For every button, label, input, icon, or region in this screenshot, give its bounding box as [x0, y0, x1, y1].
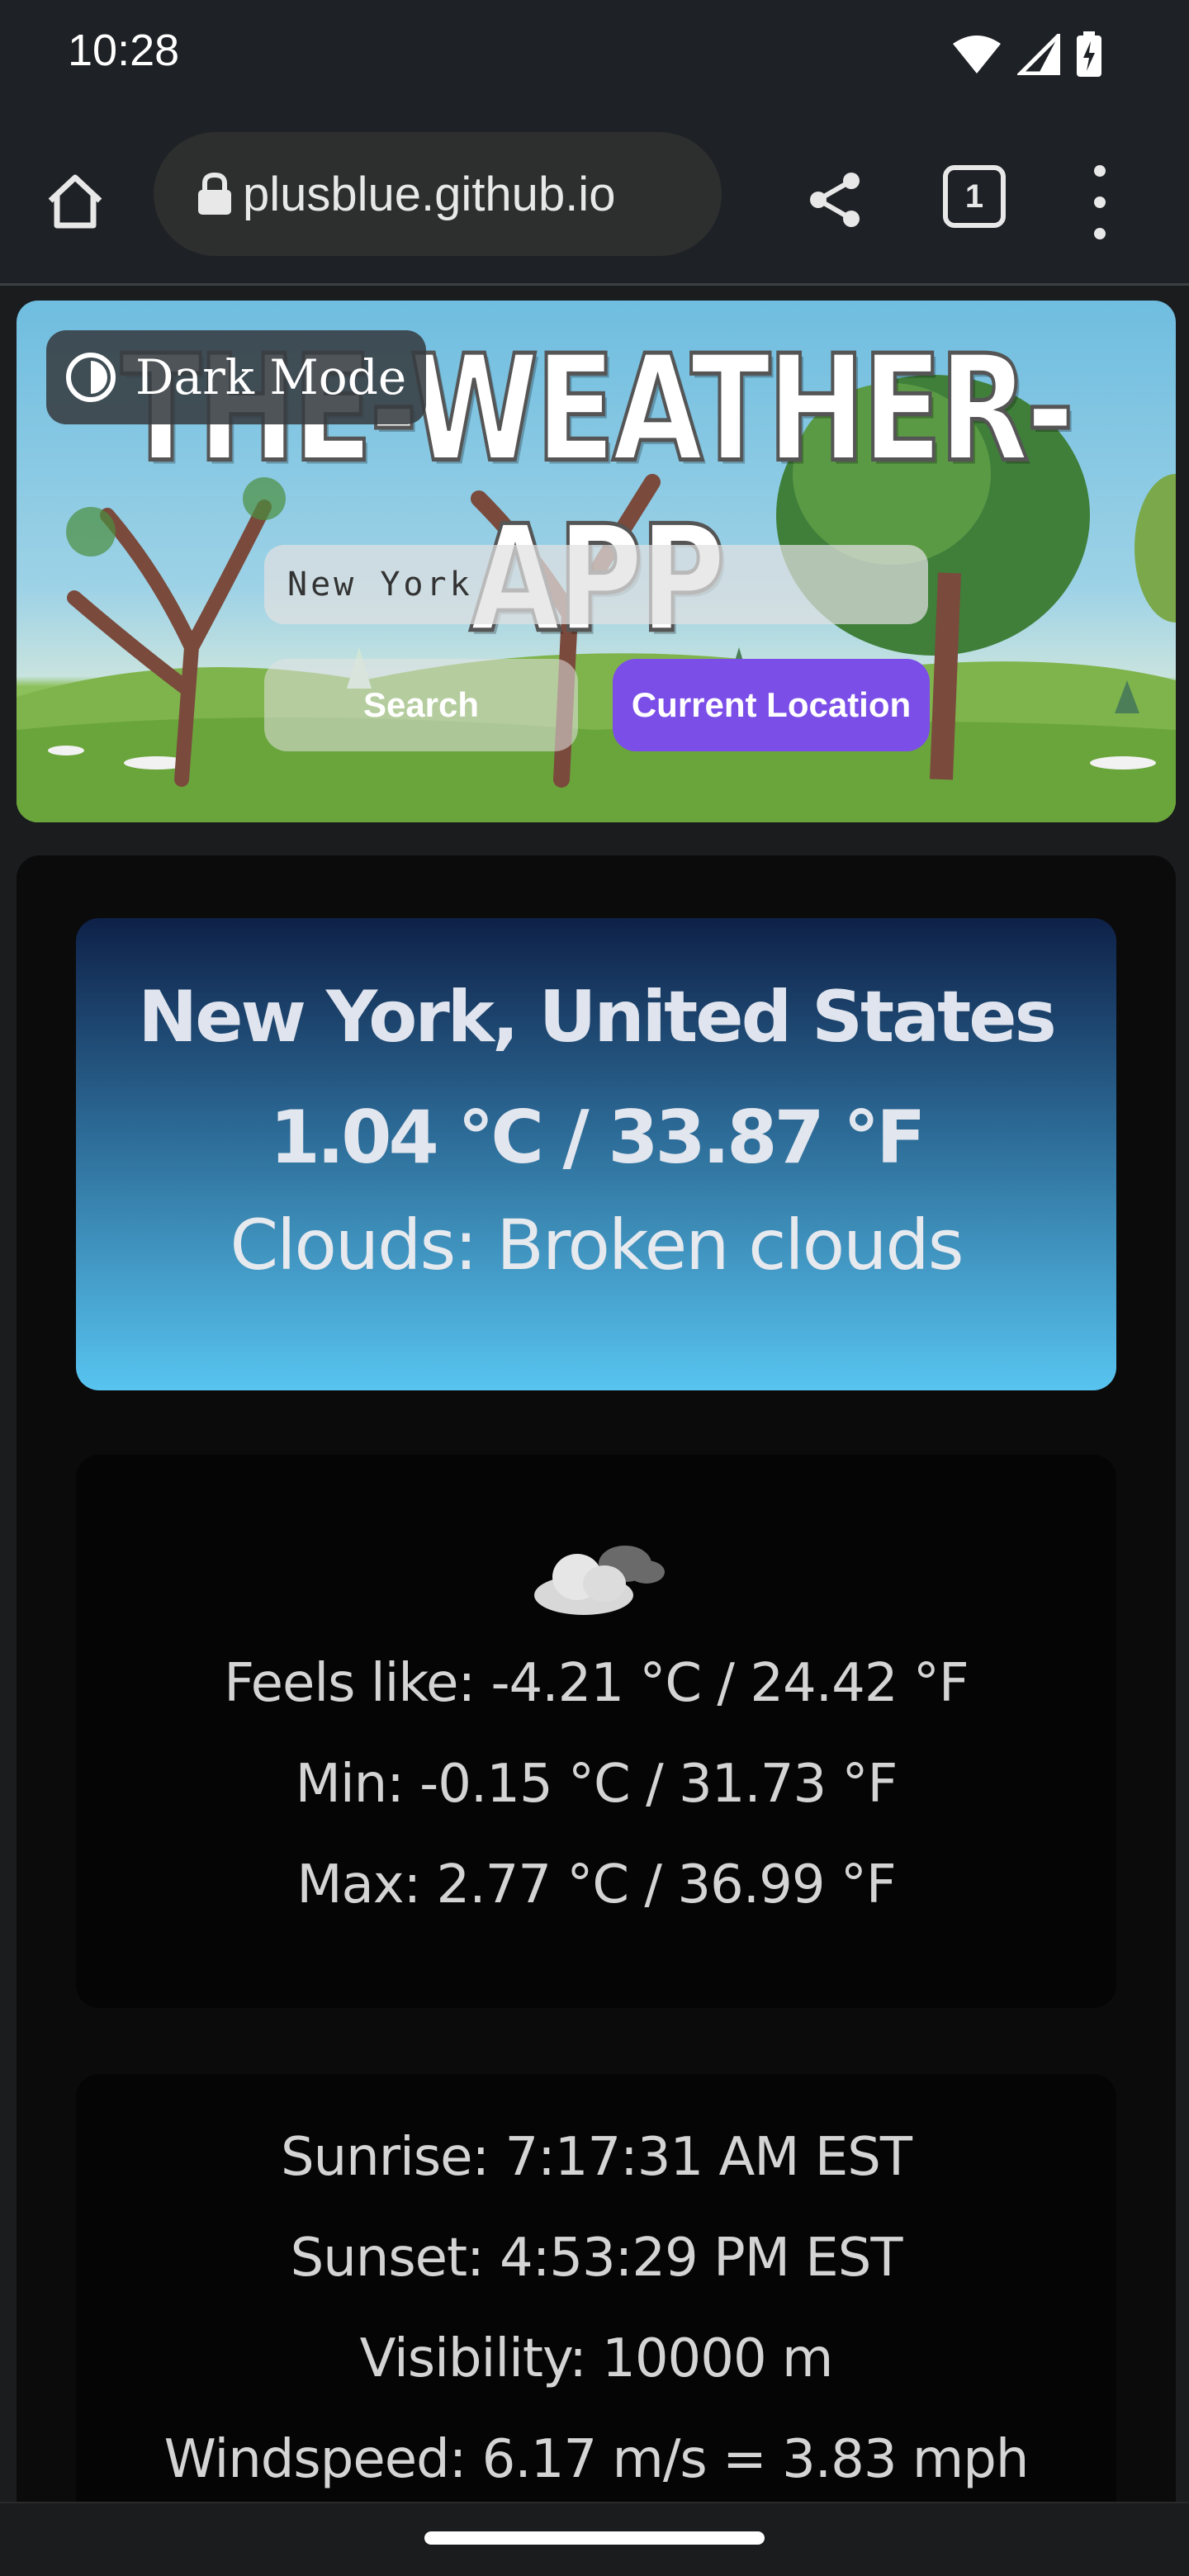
tab-switcher-button[interactable]: 1	[943, 165, 1006, 228]
search-button[interactable]: Search	[264, 659, 578, 751]
status-time: 10:28	[68, 26, 180, 75]
current-temperature: 1.04 °C / 33.87 °F	[269, 1095, 926, 1180]
min-temperature-text: Min: -0.15 °C / 31.73 °F	[295, 1754, 898, 1815]
weather-description: Clouds: Broken clouds	[230, 1205, 964, 1286]
wifi-icon	[953, 36, 1001, 73]
status-bar: 10:28	[0, 0, 1189, 107]
sunrise-text: Sunrise: 7:17:31 AM EST	[280, 2127, 912, 2188]
lock-icon	[198, 172, 231, 215]
menu-dot-icon	[1094, 197, 1106, 208]
temperature-details-card: Feels like: -4.21 °C / 24.42 °F Min: -0.…	[76, 1455, 1116, 2008]
contrast-icon	[66, 353, 116, 402]
share-icon	[810, 173, 860, 227]
menu-dot-icon	[1094, 228, 1106, 239]
home-gesture-handle[interactable]	[424, 2531, 765, 2545]
url-text: plusblue.github.io	[243, 167, 616, 221]
status-icons	[951, 31, 1103, 78]
city-name: New York, United States	[138, 976, 1057, 1058]
current-location-button[interactable]: Current Location	[613, 659, 930, 751]
browser-toolbar: plusblue.github.io 1	[0, 107, 1189, 286]
dark-mode-toggle[interactable]: Dark Mode	[46, 330, 426, 424]
hero-banner: THE-WEATHER-APP Dark Mode Search Current…	[17, 301, 1176, 822]
sun-wind-card: Sunrise: 7:17:31 AM EST Sunset: 4:53:29 …	[76, 2074, 1116, 2569]
feels-like-text: Feels like: -4.21 °C / 24.42 °F	[224, 1653, 969, 1714]
overflow-menu-button[interactable]	[1083, 165, 1116, 239]
windspeed-text: Windspeed: 6.17 m/s = 3.83 mph	[163, 2429, 1030, 2490]
home-icon	[48, 174, 102, 229]
home-button[interactable]	[41, 167, 109, 234]
sunset-text: Sunset: 4:53:29 PM EST	[290, 2228, 903, 2289]
gesture-nav-bar	[0, 2502, 1189, 2576]
menu-dot-icon	[1094, 165, 1106, 177]
weather-summary-card: New York, United States 1.04 °C / 33.87 …	[76, 918, 1116, 1390]
city-search-input[interactable]	[264, 545, 928, 624]
broken-clouds-icon	[534, 1546, 665, 1615]
signal-icon	[1017, 34, 1060, 75]
max-temperature-text: Max: 2.77 °C / 36.99 °F	[296, 1854, 896, 1915]
dark-mode-label: Dark Mode	[135, 349, 407, 405]
address-bar[interactable]: plusblue.github.io	[154, 132, 722, 256]
battery-icon	[1077, 31, 1101, 77]
visibility-text: Visibility: 10000 m	[359, 2328, 834, 2389]
share-button[interactable]	[801, 165, 870, 234]
